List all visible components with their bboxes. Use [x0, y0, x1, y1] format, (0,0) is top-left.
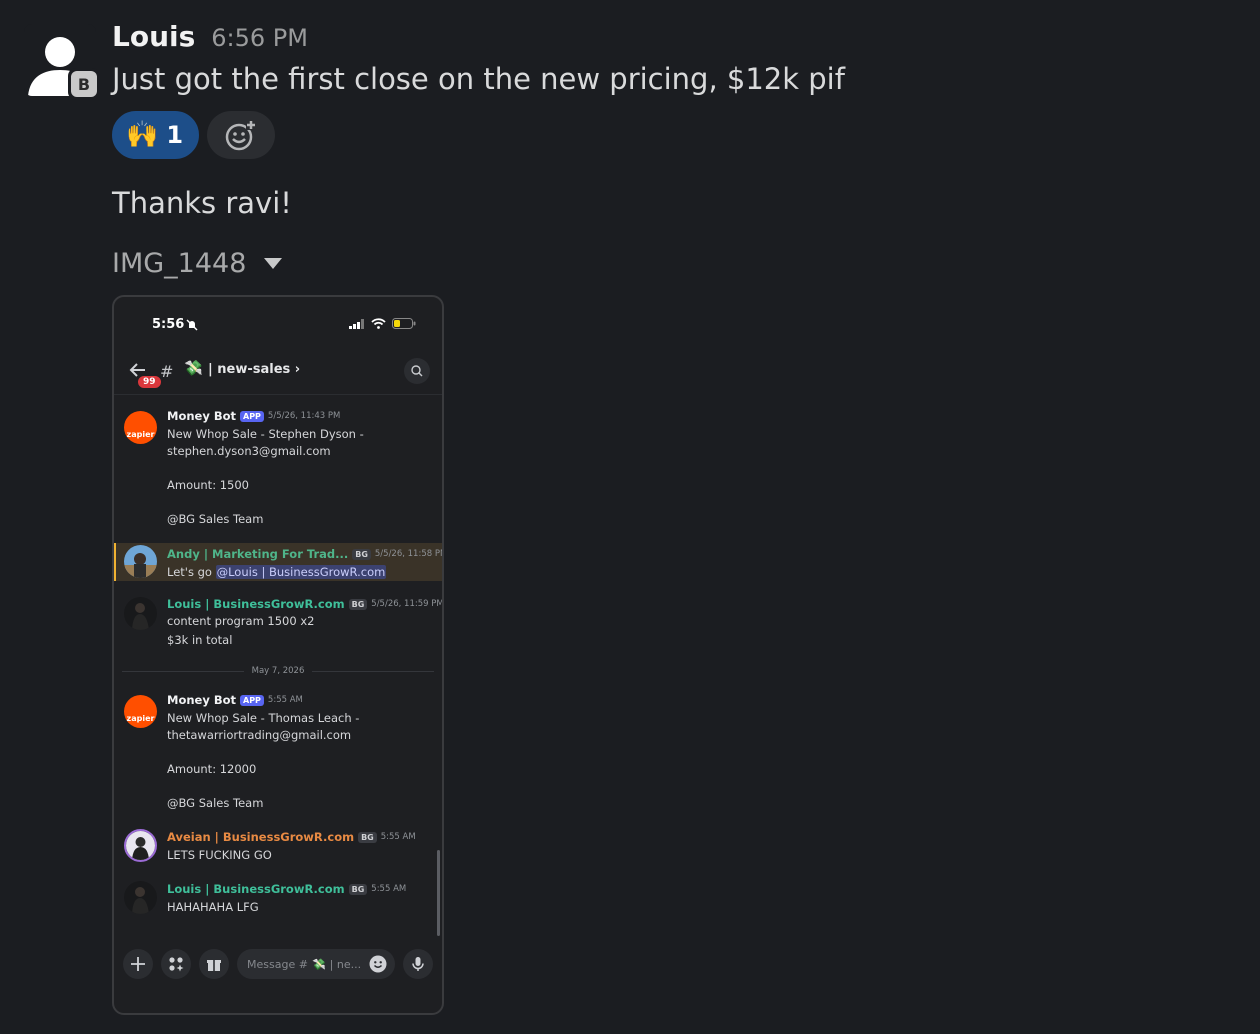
role-mention[interactable]: @BG Sales Team: [167, 795, 263, 812]
voice-button[interactable]: [403, 949, 433, 979]
phone-status-bar: 5:56: [114, 297, 442, 353]
date-divider: May 7, 2026: [122, 665, 434, 677]
message-author[interactable]: Louis | BusinessGrowR.com: [167, 597, 345, 611]
message-composer: Message # 💸 | ne...: [114, 942, 442, 986]
message-author[interactable]: Louis: [112, 20, 195, 53]
message-author[interactable]: Andy | Marketing For Trad...: [167, 547, 348, 561]
message-timestamp: 5/5/26, 11:58 PM: [374, 549, 444, 559]
channel-hash-icon: #: [160, 362, 174, 381]
chat-message: Louis | BusinessGrowR.com BG 5/5/26, 11:…: [114, 593, 442, 653]
search-button[interactable]: [404, 358, 430, 384]
attachment-toggle[interactable]: IMG_1448: [112, 248, 283, 279]
channel-header: 99 # 💸 | new-sales ›: [114, 353, 442, 395]
message-line: $3k in total: [167, 633, 233, 647]
money-emoji-icon: 💸: [184, 359, 203, 377]
bell-muted-icon: [186, 319, 198, 331]
chat-message: zapier Money Bot APP 5/5/26, 11:43 PM Ne…: [114, 407, 442, 527]
message-author[interactable]: Money Bot: [167, 409, 236, 423]
message-timestamp[interactable]: 6:56 PM: [211, 24, 308, 52]
message-author[interactable]: Aveian | BusinessGrowR.com: [167, 830, 354, 844]
scrollbar[interactable]: [437, 850, 440, 936]
chat-message: zapier Money Bot APP 5:55 AM New Whop Sa…: [114, 691, 442, 811]
gift-button[interactable]: [199, 949, 229, 979]
apps-button[interactable]: [161, 949, 191, 979]
message-line: content program 1500 x2: [167, 614, 315, 628]
message-timestamp: 5:55 AM: [371, 884, 407, 894]
chevron-down-icon[interactable]: [264, 258, 283, 269]
money-emoji-icon: 💸: [311, 957, 326, 971]
message-text: Let's go: [167, 565, 216, 579]
message-timestamp: 5:55 AM: [267, 695, 303, 705]
message-line: thetawarriortrading@gmail.com: [167, 728, 352, 742]
raised-hands-icon: 🙌: [126, 120, 159, 150]
wifi-icon: [371, 318, 386, 329]
microphone-icon: [412, 957, 424, 971]
signal-icon: [349, 318, 364, 329]
user-avatar[interactable]: [124, 829, 157, 862]
attachment-name: IMG_1448: [112, 248, 247, 279]
zapier-avatar[interactable]: zapier: [124, 411, 157, 444]
user-avatar[interactable]: [124, 597, 157, 630]
emoji-icon[interactable]: [369, 955, 387, 973]
message-line: stephen.dyson3@gmail.com: [167, 444, 331, 458]
apps-icon: [169, 957, 184, 972]
gift-icon: [207, 960, 221, 971]
message-line: HAHAHAHA LFG: [167, 900, 259, 914]
reaction-raised-hands[interactable]: 🙌 1: [112, 111, 200, 159]
server-tag: BG: [352, 548, 371, 560]
unread-badge: 99: [136, 374, 163, 390]
reaction-count: 1: [166, 121, 184, 149]
battery-icon: [392, 318, 416, 329]
input-placeholder: Message #: [247, 957, 308, 971]
user-mention[interactable]: @Louis | BusinessGrowR.com: [215, 565, 387, 579]
add-emoji-icon: [225, 120, 257, 151]
message-timestamp: 5/5/26, 11:43 PM: [267, 411, 341, 421]
chat-message: Andy | Marketing For Trad... BG 5/5/26, …: [114, 543, 442, 581]
message-text: Just got the first close on the new pric…: [112, 62, 845, 96]
server-tag: BG: [348, 883, 368, 895]
image-attachment[interactable]: 5:56 99 # 💸 | new-sales › zapier Money B…: [112, 295, 444, 1015]
message-author[interactable]: Money Bot: [167, 693, 236, 707]
message-input[interactable]: Message # 💸 | ne...: [237, 949, 395, 979]
search-icon: [411, 365, 423, 377]
message-author[interactable]: Louis | BusinessGrowR.com: [167, 882, 345, 896]
chat-message: Aveian | BusinessGrowR.com BG 5:55 AM LE…: [114, 827, 442, 867]
zapier-avatar[interactable]: zapier: [124, 695, 157, 728]
message-timestamp: 5:55 AM: [380, 832, 416, 842]
message-text-2: Thanks ravi!: [112, 186, 292, 220]
user-avatar[interactable]: [124, 545, 157, 578]
message-timestamp: 5/5/26, 11:59 PM: [371, 599, 444, 609]
channel-name[interactable]: | new-sales ›: [208, 362, 300, 377]
add-reaction-button[interactable]: [207, 111, 276, 159]
user-avatar[interactable]: B: [24, 24, 100, 100]
app-tag: APP: [240, 694, 264, 706]
input-placeholder-suffix: | ne...: [329, 957, 362, 971]
message-line: New Whop Sale - Stephen Dyson -: [167, 427, 364, 441]
message-line: Amount: 12000: [167, 762, 257, 776]
workspace-badge: B: [68, 68, 100, 100]
message-line: New Whop Sale - Thomas Leach -: [167, 711, 360, 725]
message-line: LETS FUCKING GO: [167, 848, 272, 862]
app-tag: APP: [240, 410, 264, 422]
plus-icon: [131, 957, 145, 971]
chat-message: Louis | BusinessGrowR.com BG 5:55 AM HAH…: [114, 879, 442, 919]
server-tag: BG: [358, 831, 377, 843]
add-attachment-button[interactable]: [123, 949, 153, 979]
role-mention[interactable]: @BG Sales Team: [167, 511, 263, 528]
server-tag: BG: [348, 598, 368, 610]
phone-clock: 5:56: [152, 317, 185, 332]
user-avatar[interactable]: [124, 881, 157, 914]
message-line: Amount: 1500: [167, 478, 249, 492]
